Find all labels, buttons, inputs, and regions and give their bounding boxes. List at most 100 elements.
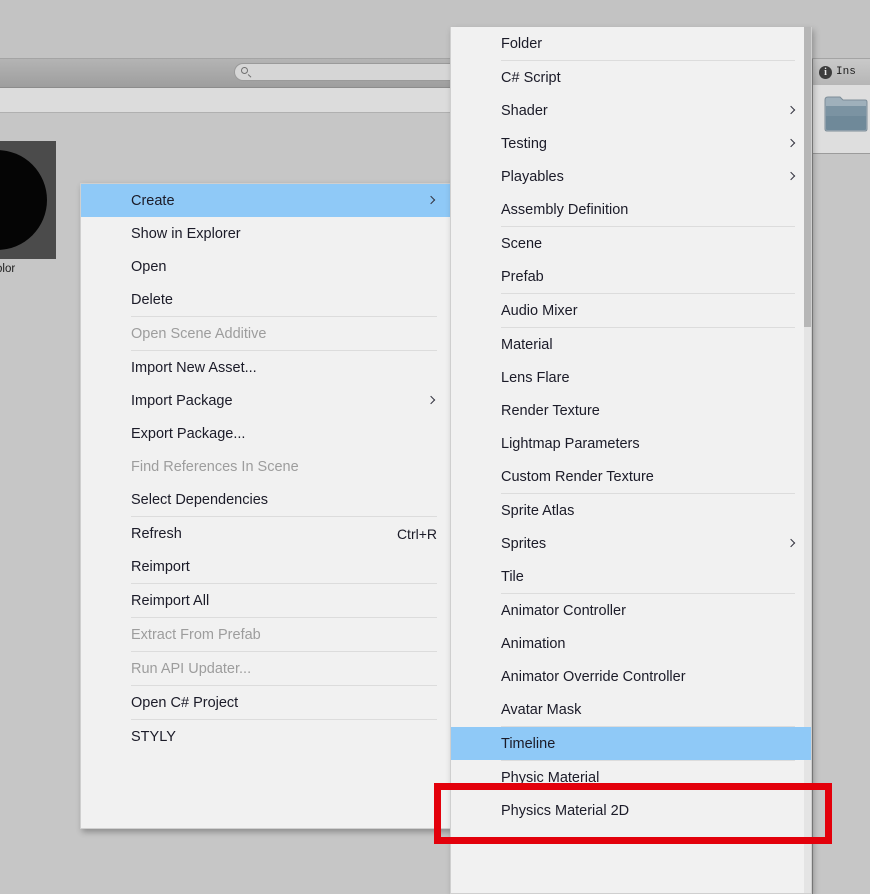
menu-item-styly[interactable]: STYLY	[81, 720, 451, 753]
menu-item-scene[interactable]: Scene	[451, 227, 811, 260]
menu-item-label: Avatar Mask	[501, 701, 582, 718]
menu-item-label: Tile	[501, 568, 524, 585]
search-icon	[241, 66, 252, 78]
menu-item-physic-material[interactable]: Physic Material	[451, 761, 811, 794]
asset-item-label: leColor	[0, 263, 16, 275]
menu-item-label: Refresh	[131, 525, 182, 542]
menu-item-label: Scene	[501, 235, 543, 252]
menu-item-label: Reimport All	[131, 592, 210, 609]
menu-item-assembly-definition[interactable]: Assembly Definition	[451, 193, 811, 226]
menu-item-import-package[interactable]: Import Package	[81, 384, 451, 417]
inspector-panel: i Ins	[812, 59, 870, 894]
menu-item-label: C# Script	[501, 69, 561, 86]
menu-item-label: Import Package	[131, 392, 233, 409]
chevron-right-icon	[427, 396, 437, 406]
menu-item-label: Folder	[501, 35, 543, 52]
menu-item-lens-flare[interactable]: Lens Flare	[451, 361, 811, 394]
menu-item-animator-override-controller[interactable]: Animator Override Controller	[451, 660, 811, 693]
menu-item-label: Create	[131, 192, 175, 209]
menu-item-open-scene-additive: Open Scene Additive	[81, 317, 451, 350]
menu-item-label: Run API Updater...	[131, 660, 252, 677]
menu-item-sprite-atlas[interactable]: Sprite Atlas	[451, 494, 811, 527]
menu-item-custom-render-texture[interactable]: Custom Render Texture	[451, 460, 811, 493]
menu-item-label: Custom Render Texture	[501, 468, 654, 485]
menu-item-show-in-explorer[interactable]: Show in Explorer	[81, 217, 451, 250]
menu-item-reimport-all[interactable]: Reimport All	[81, 584, 451, 617]
menu-item-import-new-asset[interactable]: Import New Asset...	[81, 351, 451, 384]
create-submenu[interactable]: Folder C# Script Shader Testing Playables Ass…	[450, 27, 812, 894]
menu-item-label: Extract From Prefab	[131, 626, 261, 643]
menu-item-label: Lightmap Parameters	[501, 435, 640, 452]
menu-item-label: Select Dependencies	[131, 491, 269, 508]
menu-item-label: Physics Material 2D	[501, 802, 630, 819]
menu-item-label: Sprites	[501, 535, 547, 552]
chevron-right-icon	[787, 139, 797, 149]
menu-item-testing[interactable]: Testing	[451, 127, 811, 160]
chevron-right-icon	[427, 196, 437, 206]
menu-item-export-package[interactable]: Export Package...	[81, 417, 451, 450]
inspector-tab-label: Ins	[836, 66, 856, 78]
menu-item-delete[interactable]: Delete	[81, 283, 451, 316]
menu-item-render-texture[interactable]: Render Texture	[451, 394, 811, 427]
menu-item-playables[interactable]: Playables	[451, 160, 811, 193]
menu-item-run-api-updater: Run API Updater...	[81, 652, 451, 685]
menu-item-label: Prefab	[501, 268, 544, 285]
menu-item-reimport[interactable]: Reimport	[81, 550, 451, 583]
menu-item-label: Physic Material	[501, 769, 600, 786]
menu-item-extract-from-prefab: Extract From Prefab	[81, 618, 451, 651]
menu-item-label: Audio Mixer	[501, 302, 578, 319]
menu-item-label: Sprite Atlas	[501, 502, 575, 519]
menu-item-avatar-mask[interactable]: Avatar Mask	[451, 693, 811, 726]
menu-item-label: Export Package...	[131, 425, 246, 442]
asset-item[interactable]: leColor	[0, 141, 56, 275]
chevron-right-icon	[787, 539, 797, 549]
menu-item-label: Animator Controller	[501, 602, 626, 619]
menu-item-animator-controller[interactable]: Animator Controller	[451, 594, 811, 627]
menu-item-label: Material	[501, 336, 553, 353]
project-context-menu[interactable]: Create Show in Explorer Open Delete Open Sce…	[80, 183, 452, 829]
menu-item-open[interactable]: Open	[81, 250, 451, 283]
menu-item-sprites[interactable]: Sprites	[451, 527, 811, 560]
menu-item-label: Testing	[501, 135, 547, 152]
tab-inspector[interactable]: i Ins	[813, 59, 870, 85]
menu-item-label: Assembly Definition	[501, 201, 629, 218]
menu-item-label: Open Scene Additive	[131, 325, 267, 342]
chevron-right-icon	[787, 172, 797, 182]
menu-item-label: Show in Explorer	[131, 225, 241, 242]
menu-item-tile[interactable]: Tile	[451, 560, 811, 593]
menu-item-label: Playables	[501, 168, 564, 185]
menu-item-material[interactable]: Material	[451, 328, 811, 361]
menu-item-c-script[interactable]: C# Script	[451, 61, 811, 94]
menu-item-animation[interactable]: Animation	[451, 627, 811, 660]
menu-item-prefab[interactable]: Prefab	[451, 260, 811, 293]
menu-item-lightmap-parameters[interactable]: Lightmap Parameters	[451, 427, 811, 460]
menu-item-create[interactable]: Create	[81, 184, 451, 217]
inspector-body	[813, 85, 870, 154]
menu-item-audio-mixer[interactable]: Audio Mixer	[451, 294, 811, 327]
menu-item-label: Open	[131, 258, 167, 275]
menu-item-label: Timeline	[501, 735, 556, 752]
menu-item-folder[interactable]: Folder	[451, 27, 811, 60]
menu-item-label: Import New Asset...	[131, 359, 257, 376]
menu-item-label: Delete	[131, 291, 173, 308]
menu-item-select-dependencies[interactable]: Select Dependencies	[81, 483, 451, 516]
info-icon: i	[819, 65, 832, 79]
menu-item-label: Open C# Project	[131, 694, 239, 711]
menu-item-label: Animator Override Controller	[501, 668, 686, 685]
menu-item-label: Render Texture	[501, 402, 600, 419]
menu-item-open-c-project[interactable]: Open C# Project	[81, 686, 451, 719]
menu-item-label: Shader	[501, 102, 548, 119]
menu-item-label: Find References In Scene	[131, 458, 299, 475]
chevron-right-icon	[787, 106, 797, 116]
menu-item-label: STYLY	[131, 728, 176, 745]
menu-item-shortcut: Ctrl+R	[396, 525, 437, 542]
menu-item-timeline[interactable]: Timeline	[451, 727, 811, 760]
menu-item-find-references-in-scene: Find References In Scene	[81, 450, 451, 483]
menu-item-label: Reimport	[131, 558, 190, 575]
menu-item-refresh[interactable]: Refresh Ctrl+R	[81, 517, 451, 550]
folder-icon	[824, 96, 868, 132]
menu-item-label: Animation	[501, 635, 566, 652]
material-sphere-thumbnail[interactable]	[0, 141, 56, 259]
menu-item-physics-material-2d[interactable]: Physics Material 2D	[451, 794, 811, 827]
menu-item-shader[interactable]: Shader	[451, 94, 811, 127]
